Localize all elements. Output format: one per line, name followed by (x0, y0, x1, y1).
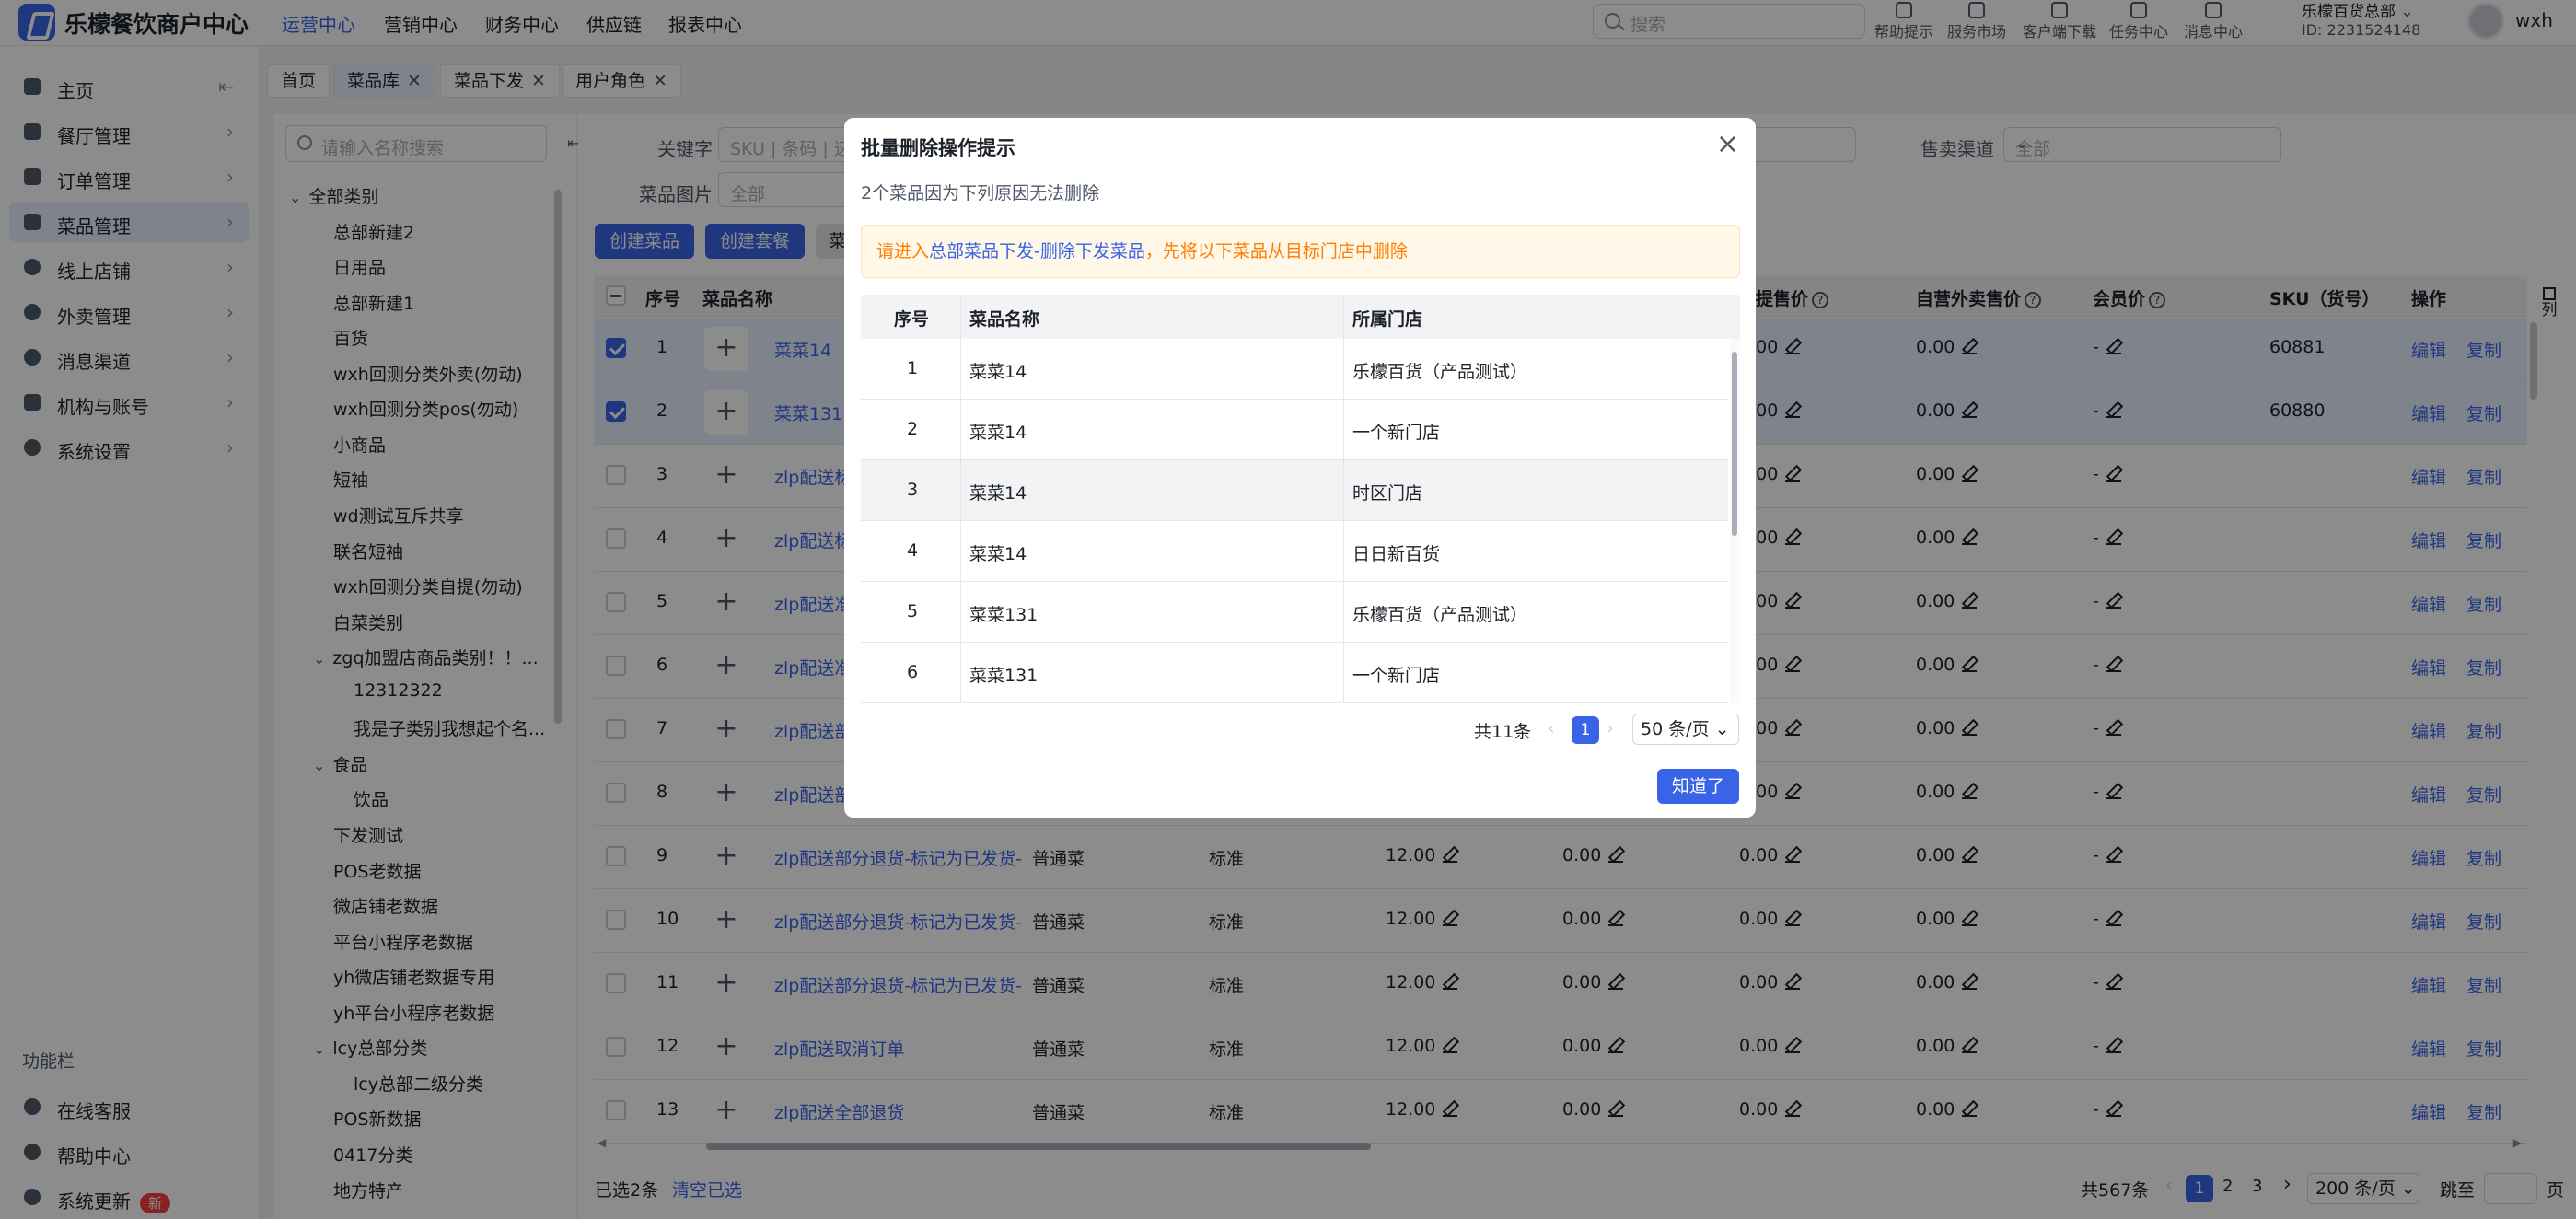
dialog-row-no: 2 (907, 419, 919, 439)
blocked-dishes-table: 序号 菜品名称 所属门店 1 菜菜14 乐檬百货（产品测试） 2 菜菜14 一个新门店 3 菜… (861, 295, 1740, 703)
column-divider (1343, 295, 1344, 703)
dialog-table-header: 序号 菜品名称 所属门店 (861, 295, 1740, 339)
dialog-row-no: 5 (907, 601, 919, 621)
dialog-total: 共11条 (1474, 722, 1532, 742)
dialog-row-dish: 菜菜14 (969, 544, 1027, 564)
dialog-row-no: 3 (907, 480, 919, 500)
dialog-title: 批量删除操作提示 (861, 137, 1015, 159)
next-page-icon[interactable]: › (1607, 718, 1614, 738)
dialog-row-dish: 菜菜14 (969, 362, 1027, 382)
dialog-row-store: 一个新门店 (1352, 666, 1441, 686)
dialog-row-no: 6 (907, 662, 919, 682)
dialog-row-store: 时区门店 (1352, 483, 1423, 504)
dialog-row-store: 一个新门店 (1352, 423, 1441, 443)
dialog-table-row: 4 菜菜14 日日新百货 (861, 521, 1728, 582)
dialog-row-no: 4 (907, 540, 919, 561)
dialog-page-size-value: 50 条/页 (1641, 719, 1710, 739)
warning-prefix: 请进入 (876, 241, 930, 261)
confirm-button[interactable]: 知道了 (1657, 769, 1740, 804)
warning-suffix: ，先将以下菜品从目标门店中删除 (1144, 241, 1408, 261)
dialog-row-dish: 菜菜14 (969, 423, 1027, 443)
warning-alert: 请进入总部菜品下发-删除下发菜品，先将以下菜品从目标门店中删除 (861, 225, 1740, 278)
close-icon[interactable]: × (1716, 131, 1739, 158)
chevron-down-icon: ⌄ (1714, 719, 1730, 739)
dialog-row-dish: 菜菜131 (969, 666, 1039, 686)
dialog-row-store: 乐檬百货（产品测试） (1352, 362, 1528, 382)
prev-page-icon[interactable]: ‹ (1548, 718, 1555, 738)
dialog-row-no: 1 (907, 358, 919, 378)
dialog-table-row: 3 菜菜14 时区门店 (861, 460, 1728, 521)
dialog-header-dish: 菜品名称 (969, 309, 1040, 330)
dialog-header-store: 所属门店 (1352, 309, 1423, 330)
dialog-row-dish: 菜菜14 (969, 483, 1027, 504)
dialog-header-no: 序号 (894, 309, 930, 330)
dialog-row-dish: 菜菜131 (969, 605, 1039, 625)
dialog-row-store: 乐檬百货（产品测试） (1352, 605, 1528, 625)
column-divider (960, 295, 961, 703)
dialog-subtitle: 2个菜品因为下列原因无法删除 (861, 183, 1100, 203)
dialog-table-row: 2 菜菜14 一个新门店 (861, 400, 1728, 460)
dialog-table-row: 6 菜菜131 一个新门店 (861, 643, 1728, 703)
dialog-page-1-button[interactable]: 1 (1572, 716, 1599, 744)
dialog-table-row: 1 菜菜14 乐檬百货（产品测试） (861, 339, 1728, 400)
distribution-link[interactable]: 总部菜品下发-删除下发菜品 (929, 241, 1145, 261)
batch-delete-dialog: 批量删除操作提示 × 2个菜品因为下列原因无法删除 请进入总部菜品下发-删除下发… (844, 118, 1756, 818)
dialog-page-size-select[interactable]: 50 条/页 ⌄ (1632, 714, 1739, 745)
dialog-scrollbar[interactable] (1732, 352, 1737, 536)
dialog-table-row: 5 菜菜131 乐檬百货（产品测试） (861, 582, 1728, 643)
dialog-row-store: 日日新百货 (1352, 544, 1441, 564)
